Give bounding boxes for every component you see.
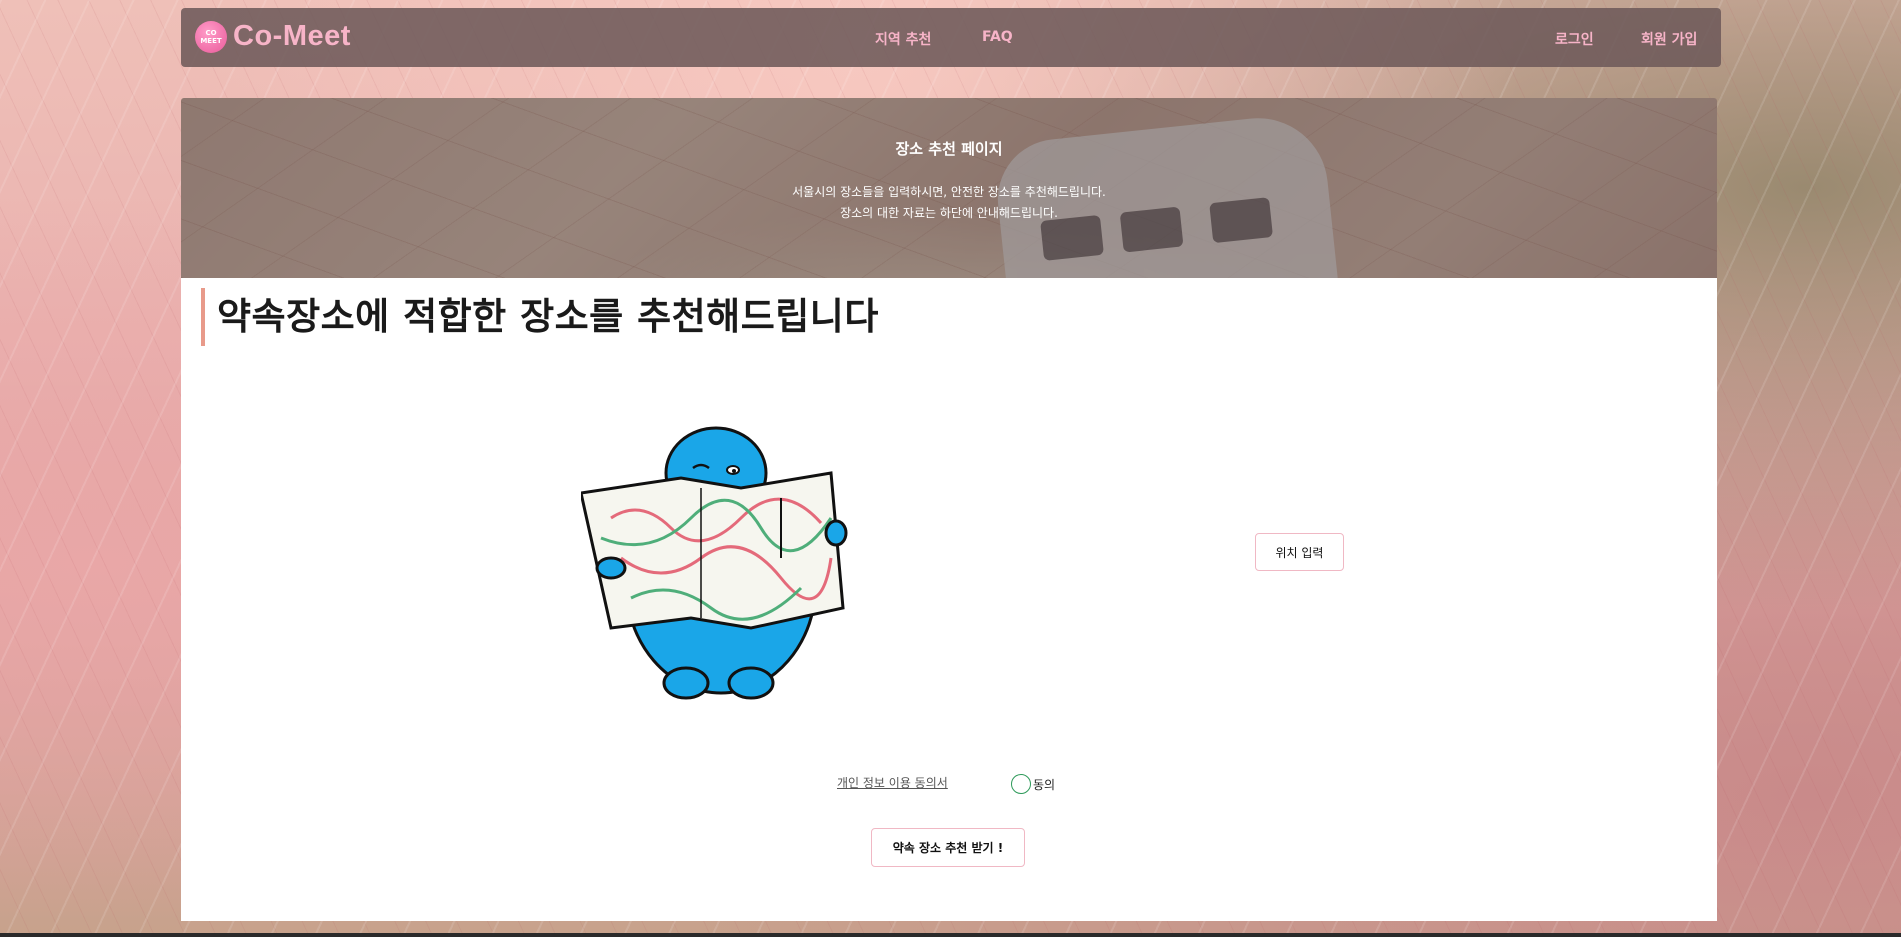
brand[interactable]: CO MEET Co-Meet [195, 20, 351, 53]
mascot-with-map-image [581, 426, 848, 700]
main-content: 약속장소에 적합한 장소를 추천해드립니다 위치 입력 개인 정보 이용 동의서… [181, 278, 1717, 921]
consent-label[interactable]: 동의 [1033, 776, 1055, 793]
location-input-button[interactable]: 위치 입력 [1255, 533, 1344, 571]
hero-title: 장소 추천 페이지 [895, 140, 1003, 158]
consent-group: 동의 [1011, 774, 1055, 794]
logo-text-top: CO [205, 28, 217, 37]
privacy-consent-link[interactable]: 개인 정보 이용 동의서 [837, 774, 948, 791]
nav-link-region-recommend[interactable]: 지역 추천 [875, 29, 931, 49]
bottom-strip [0, 933, 1901, 937]
brand-name[interactable]: Co-Meet [233, 20, 351, 53]
nav-link-faq[interactable]: FAQ [982, 29, 1013, 45]
logo-text-bottom: MEET [200, 36, 222, 45]
brand-logo-icon: CO MEET [195, 20, 227, 53]
page-heading: 약속장소에 적합한 장소를 추천해드립니다 [201, 288, 879, 346]
nav-link-login[interactable]: 로그인 [1555, 29, 1594, 49]
hero-desc-line: 장소의 대한 자료는 하단에 안내해드립니다. [840, 206, 1058, 220]
hero-banner: 장소 추천 페이지 서울시의 장소들을 입력하시면, 안전한 장소를 추천해드립… [181, 98, 1717, 278]
hero-desc-line: 서울시의 장소들을 입력하시면, 안전한 장소를 추천해드립니다. [792, 185, 1106, 199]
hero-description: 서울시의 장소들을 입력하시면, 안전한 장소를 추천해드립니다. 장소의 대한… [181, 182, 1717, 224]
consent-radio[interactable] [1011, 774, 1031, 794]
get-recommendation-button[interactable]: 약속 장소 추천 받기 ! [871, 828, 1025, 867]
top-navbar: CO MEET Co-Meet 지역 추천 FAQ 로그인 회원 가입 [181, 8, 1721, 67]
nav-link-signup[interactable]: 회원 가입 [1641, 29, 1697, 49]
